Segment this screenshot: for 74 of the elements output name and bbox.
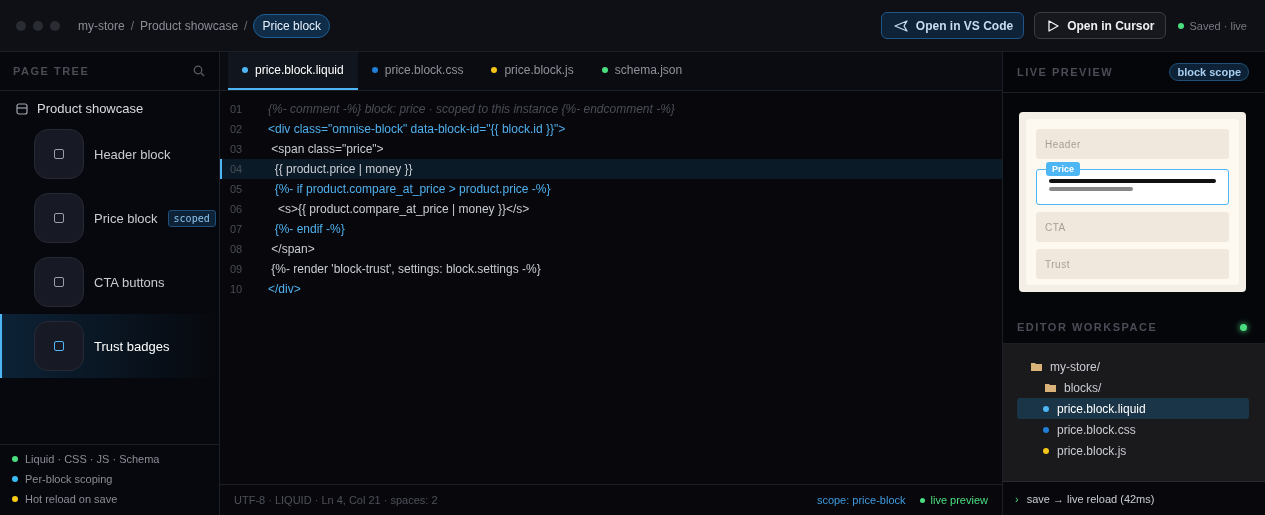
code-line: {%- comment -%} block: price · scoped to this instance {%- endcomment -%} [268,102,675,116]
panel-title: EDITOR WORKSPACE [1017,321,1158,333]
tree-item[interactable]: Price block scoped [0,186,219,250]
code-line: {{ product.price | money }} [273,162,413,176]
open-editor-button[interactable]: Open in Cursor [1034,12,1166,39]
line-number: 01 [229,103,244,115]
breadcrumb-separator: / [130,18,134,33]
editor-status: UTF-8 · LIQUID · Ln 4, Col 21 · spaces: 2 [234,494,438,506]
file-tab[interactable]: price.block.css [357,52,478,90]
breadcrumb-link[interactable]: Product showcase [140,18,239,33]
preview-section: Trust [1036,249,1229,279]
block-tile-icon [34,129,84,179]
scope-badge: block scope [1169,63,1249,81]
folder-icon [1031,362,1042,371]
workspace-item[interactable]: my-store/ [1017,356,1249,377]
file-tab[interactable]: schema.json [587,52,697,90]
line-number: 09 [229,263,244,275]
window-control-icon[interactable] [50,20,60,31]
folder-icon [1045,383,1056,392]
line-number: 07 [229,223,244,235]
workspace-item[interactable]: price.block.liquid [1017,398,1249,419]
block-tile-icon [34,321,84,371]
preview-section: Header [1036,129,1229,159]
status-dot [1240,323,1247,331]
send-icon [893,19,908,32]
code-line: <span class="price"> [270,142,384,156]
search-icon[interactable] [193,65,205,77]
code-line: </div> [268,282,301,296]
workspace-item[interactable]: price.block.css [1017,419,1249,440]
breadcrumb-separator: / [244,18,248,33]
file-tab[interactable]: price.block.js [477,52,588,90]
prompt-icon: › [1015,492,1019,505]
block-tile-icon [34,257,84,307]
code-line: <div class="omnise-block" data-block-id="{{ block.id }}"> [268,122,566,136]
code-line: {%- endif -%} [273,222,345,236]
scope-label: scope: price-block [816,494,906,506]
status-dot [1177,22,1184,29]
code-line: </span> [270,242,315,256]
play-icon [1047,19,1060,32]
line-number: 04 [229,163,244,175]
line-number: 02 [229,123,244,135]
code-line: {%- render 'block-trust', settings: block.settings -%} [270,262,541,276]
panel-title: LIVE PREVIEW [1017,66,1114,78]
console-output: save → live reload (42ms) [1026,492,1155,505]
live-preview-label: live preview [930,494,988,506]
line-number: 08 [229,243,244,255]
workspace-item[interactable]: price.block.js [1017,440,1249,461]
line-number: 06 [229,203,244,215]
tree-item[interactable]: Header block [0,122,219,186]
line-number: 05 [229,183,244,195]
scoped-badge: scoped [167,209,216,227]
tree-item[interactable]: CTA buttons [0,250,219,314]
preview-section: CTA [1036,212,1229,242]
status-dot [919,497,925,503]
window-control-icon[interactable] [33,20,43,31]
window-control-icon[interactable] [16,20,26,31]
section-tag: Price [1046,162,1081,176]
file-tab[interactable]: price.block.liquid [228,52,358,90]
breadcrumb-link[interactable]: Price block [253,13,331,38]
block-tile-icon [34,193,84,243]
workspace-item[interactable]: blocks/ [1017,377,1249,398]
code-line: {%- if product.compare_at_price > product.price -%} [273,182,551,196]
line-number: 03 [229,143,244,155]
legend-label: Liquid · CSS · JS · Schema [25,453,160,465]
layout-icon [16,102,28,115]
tree-root-label[interactable]: Product showcase [37,101,144,116]
open-editor-button[interactable]: Open in VS Code [880,12,1025,39]
breadcrumb-link[interactable]: my-store [78,18,125,33]
legend-label: Per-block scoping [25,473,113,485]
line-number: 10 [229,283,244,295]
save-status: Saved · live [1189,19,1247,32]
code-line: <s>{{ product.compare_at_price | money }}</s> [277,202,530,216]
legend-label: Hot reload on save [25,493,118,505]
panel-title: PAGE TREE [13,65,90,77]
